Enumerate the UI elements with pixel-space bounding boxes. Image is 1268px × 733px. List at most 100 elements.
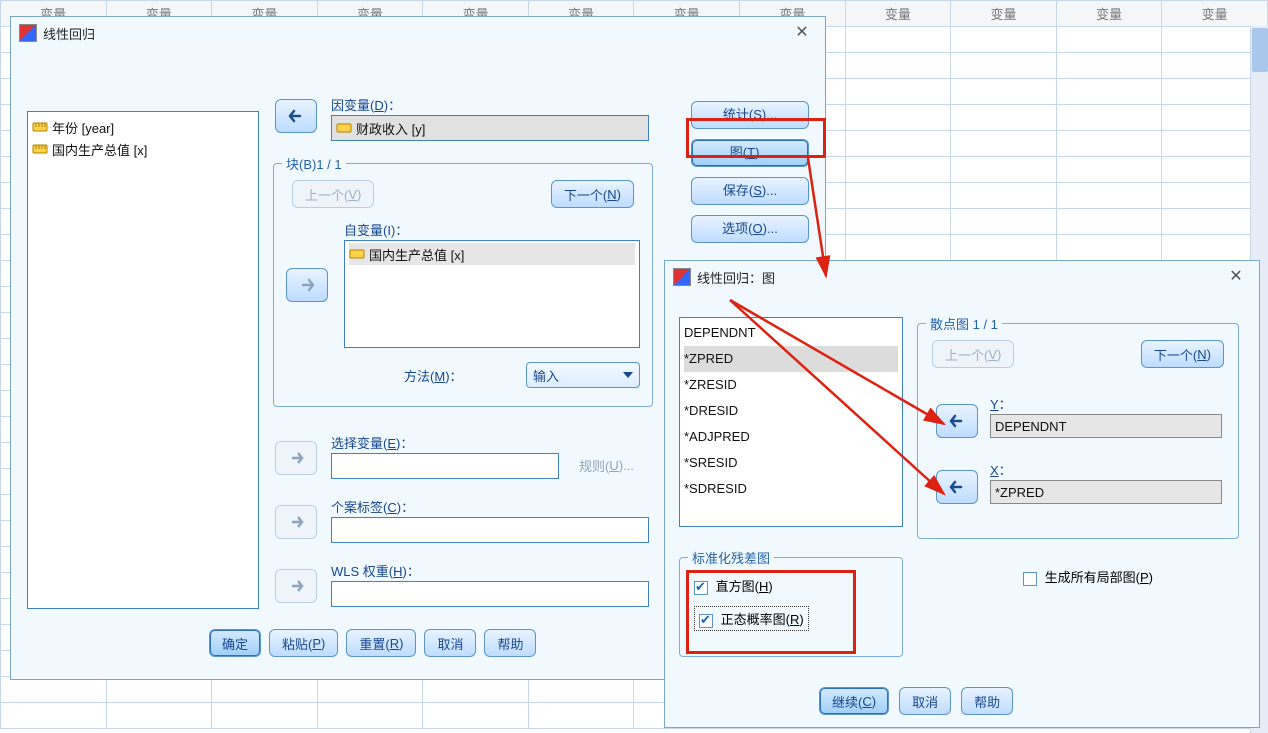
cell[interactable] <box>1056 53 1162 79</box>
cell[interactable] <box>845 157 951 183</box>
cancel-button[interactable]: 取消 <box>899 687 951 715</box>
move-to-independent-button[interactable] <box>286 268 328 302</box>
cell[interactable] <box>1056 105 1162 131</box>
cell[interactable] <box>1 677 107 703</box>
cell[interactable] <box>212 677 318 703</box>
cancel-button[interactable]: 取消 <box>424 629 476 657</box>
cell[interactable] <box>951 131 1057 157</box>
plot-variable-list[interactable]: DEPENDNT *ZPRED *ZRESID *DRESID *ADJPRED… <box>679 317 903 527</box>
selection-field[interactable] <box>331 453 559 479</box>
list-item[interactable]: 国内生产总值 [x] <box>32 138 254 160</box>
cell[interactable] <box>951 209 1057 235</box>
independent-list[interactable]: 国内生产总值 [x] <box>344 240 640 348</box>
statistics-button[interactable]: 统计(S)... <box>691 101 809 129</box>
cell[interactable] <box>212 703 318 729</box>
histogram-checkbox[interactable]: 直方图(H) <box>694 576 773 595</box>
cell[interactable] <box>951 79 1057 105</box>
partial-plots-checkbox[interactable]: 生成所有局部图(P) <box>1023 567 1153 586</box>
list-item[interactable]: *SDRESID <box>684 476 898 502</box>
col-header[interactable]: 变量 <box>951 1 1057 27</box>
method-combo[interactable]: 输入 <box>526 362 640 388</box>
cell[interactable] <box>1056 27 1162 53</box>
move-to-selection-button[interactable] <box>275 441 317 475</box>
col-header[interactable]: 变量 <box>1162 1 1268 27</box>
cell[interactable] <box>951 53 1057 79</box>
cell[interactable] <box>845 183 951 209</box>
cell[interactable] <box>1056 183 1162 209</box>
list-item[interactable]: *ZPRED <box>684 346 898 372</box>
cell[interactable] <box>106 677 212 703</box>
scale-icon <box>32 119 48 135</box>
rule-button[interactable]: 规则(U)... <box>567 451 646 479</box>
cell[interactable] <box>317 677 423 703</box>
ok-button[interactable]: 确定 <box>209 629 261 657</box>
cell[interactable] <box>951 157 1057 183</box>
x-value: *ZPRED <box>995 485 1044 500</box>
cell[interactable] <box>1056 131 1162 157</box>
cell[interactable] <box>1056 235 1162 261</box>
cell[interactable] <box>845 105 951 131</box>
cell[interactable] <box>845 131 951 157</box>
prev-block-button[interactable]: 上一个(V) <box>292 180 374 208</box>
reset-button[interactable]: 重置(R) <box>346 629 416 657</box>
list-item[interactable]: *ADJPRED <box>684 424 898 450</box>
cell[interactable] <box>951 27 1057 53</box>
dependent-field[interactable]: 财政收入 [y] <box>331 115 649 141</box>
titlebar[interactable]: 线性回归：图 ✕ <box>665 261 1259 293</box>
continue-button[interactable]: 继续(C) <box>819 687 889 715</box>
cell[interactable] <box>845 235 951 261</box>
cell[interactable] <box>1 703 107 729</box>
cell[interactable] <box>528 677 634 703</box>
list-item[interactable]: *ZRESID <box>684 372 898 398</box>
cell[interactable] <box>951 183 1057 209</box>
close-icon[interactable]: ✕ <box>787 22 817 44</box>
cell[interactable] <box>106 703 212 729</box>
help-button[interactable]: 帮助 <box>484 629 536 657</box>
cell[interactable] <box>1056 209 1162 235</box>
move-to-case-button[interactable] <box>275 505 317 539</box>
cell[interactable] <box>528 703 634 729</box>
list-item[interactable]: 年份 [year] <box>32 116 254 138</box>
cell[interactable] <box>1056 79 1162 105</box>
cell[interactable] <box>423 677 529 703</box>
plots-dialog: 线性回归：图 ✕ DEPENDNT *ZPRED *ZRESID *DRESID… <box>664 260 1260 728</box>
cell[interactable] <box>951 105 1057 131</box>
cell[interactable] <box>1056 157 1162 183</box>
case-field[interactable] <box>331 517 649 543</box>
move-to-dependent-button[interactable] <box>275 99 317 133</box>
titlebar[interactable]: 线性回归 ✕ <box>11 17 825 49</box>
source-variable-list[interactable]: 年份 [year] 国内生产总值 [x] <box>27 111 259 609</box>
cell[interactable] <box>317 703 423 729</box>
cell[interactable] <box>951 235 1057 261</box>
col-header[interactable]: 变量 <box>1056 1 1162 27</box>
y-field[interactable]: DEPENDNT <box>990 414 1222 438</box>
move-to-y-button[interactable] <box>936 404 978 438</box>
close-icon[interactable]: ✕ <box>1221 266 1251 288</box>
wls-field[interactable] <box>331 581 649 607</box>
app-icon <box>673 268 691 286</box>
move-to-x-button[interactable] <box>936 470 978 504</box>
move-to-wls-button[interactable] <box>275 569 317 603</box>
cell[interactable] <box>845 27 951 53</box>
scale-icon <box>349 246 365 262</box>
paste-button[interactable]: 粘贴(P) <box>269 629 338 657</box>
help-button[interactable]: 帮助 <box>961 687 1013 715</box>
next-scatter-button[interactable]: 下一个(N) <box>1141 340 1224 368</box>
options-button[interactable]: 选项(O)... <box>691 215 809 243</box>
list-item[interactable]: *SRESID <box>684 450 898 476</box>
checkbox-icon <box>699 614 713 628</box>
dialog-title: 线性回归：图 <box>697 268 1221 287</box>
cell[interactable] <box>845 79 951 105</box>
col-header[interactable]: 变量 <box>845 1 951 27</box>
next-block-button[interactable]: 下一个(N) <box>551 180 634 208</box>
x-field[interactable]: *ZPRED <box>990 480 1222 504</box>
cell[interactable] <box>423 703 529 729</box>
list-item[interactable]: *DRESID <box>684 398 898 424</box>
plots-button[interactable]: 图(T)... <box>691 139 809 167</box>
prev-scatter-button[interactable]: 上一个(V) <box>932 340 1014 368</box>
cell[interactable] <box>845 53 951 79</box>
save-button[interactable]: 保存(S)... <box>691 177 809 205</box>
list-item[interactable]: DEPENDNT <box>684 320 898 346</box>
cell[interactable] <box>845 209 951 235</box>
pp-plot-checkbox[interactable]: 正态概率图(R) <box>694 606 809 631</box>
